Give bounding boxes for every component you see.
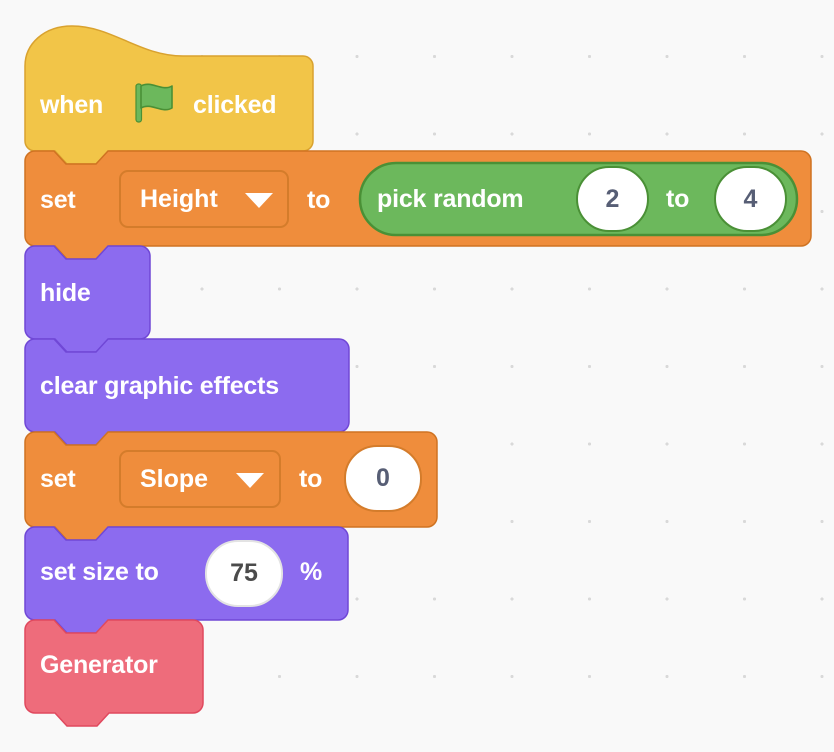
pick-random-to-label: to	[666, 185, 690, 213]
hide-label: hide	[40, 279, 91, 307]
set-height-set-label: set	[40, 186, 76, 214]
pick-random-label: pick random	[377, 185, 524, 213]
block-editor-canvas[interactable]: when clicked set Height to pick random 2…	[0, 0, 834, 752]
slope-value[interactable]: 0	[345, 466, 421, 491]
set-slope-set-label: set	[40, 465, 76, 493]
set-size-prefix-label: set size to	[40, 558, 159, 586]
clear-graphic-effects-label: clear graphic effects	[40, 372, 279, 400]
set-size-percent-label: %	[300, 558, 323, 586]
clicked-label: clicked	[193, 91, 277, 119]
pick-random-to-value[interactable]: 4	[715, 187, 786, 212]
generator-label: Generator	[40, 651, 158, 679]
set-height-to-label: to	[307, 186, 331, 214]
pick-random-from-value[interactable]: 2	[577, 187, 648, 212]
height-variable-label[interactable]: Height	[140, 187, 218, 212]
slope-variable-label[interactable]: Slope	[140, 467, 208, 492]
set-slope-to-label: to	[299, 465, 323, 493]
set-size-value[interactable]: 75	[206, 561, 282, 586]
when-label: when	[40, 91, 104, 119]
